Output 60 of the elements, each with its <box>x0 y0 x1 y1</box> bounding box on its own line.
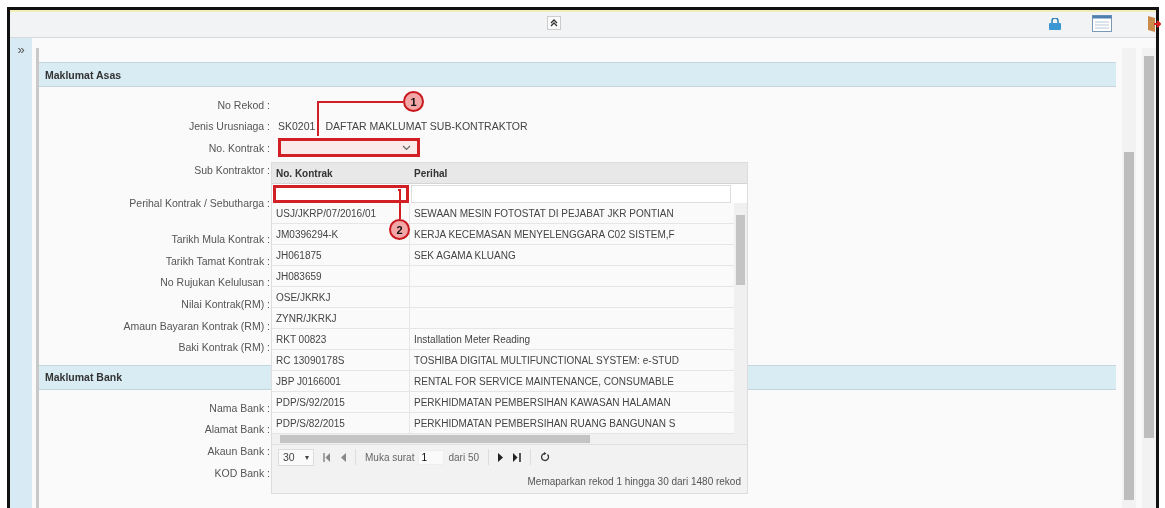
column-header[interactable]: No. Kontrak <box>272 167 410 179</box>
field-label: No Rujukan Kelulusan : <box>159 276 270 289</box>
field-label: Tarikh Mula Kontrak : <box>170 233 270 246</box>
field-label: Jenis Urusniaga : <box>187 120 270 133</box>
table-cell[interactable]: TOSHIBA DIGITAL MULTIFUNCTIONAL SYSTEM: e-STUD <box>410 350 732 370</box>
window-list-icon[interactable] <box>1092 15 1112 32</box>
scrollbar[interactable] <box>1122 48 1136 508</box>
collapse-icon[interactable] <box>547 16 561 30</box>
next-page-icon[interactable] <box>498 452 505 462</box>
page-count: dari 50 <box>448 451 480 463</box>
expand-icon[interactable]: » <box>17 42 25 58</box>
field-label: Akaun Bank : <box>206 444 270 457</box>
table-cell[interactable]: PERKHIDMATAN PEMBERSIHAN KAWASAN HALAMAN <box>410 392 732 412</box>
page-scrollbar[interactable] <box>1142 48 1156 508</box>
dropdown-field[interactable] <box>278 138 420 158</box>
previous-page-icon[interactable] <box>340 452 346 462</box>
field-label: Nilai Kontrak(RM) : <box>180 297 270 310</box>
field-label: Alamat Bank : <box>203 423 270 436</box>
field-label: No. Kontrak : <box>207 142 270 154</box>
table-cell[interactable]: PERKHIDMATAN PEMBERSIHAN RUANG BANGUNAN S <box>410 413 732 433</box>
field-value: DAFTAR MAKLUMAT SUB-KONTRAKTOR <box>325 120 528 133</box>
first-page-icon[interactable] <box>323 452 331 462</box>
table-cell[interactable]: RKT 00823 <box>272 329 410 349</box>
field-value: SK0201 <box>278 120 316 133</box>
field-label: Tarikh Tamat Kontrak : <box>164 254 270 267</box>
table-cell[interactable]: PDP/S/92/2015 <box>272 392 410 412</box>
refresh-icon[interactable] <box>540 452 551 462</box>
section-title: Maklumat Asas <box>45 68 122 81</box>
column-header[interactable]: Perihal <box>410 167 732 179</box>
table-cell[interactable]: Installation Meter Reading <box>410 329 732 349</box>
table-cell[interactable]: OSE/JKRKJ <box>272 287 410 307</box>
table-cell[interactable]: RC 13090178S <box>272 350 410 370</box>
leader-line <box>397 189 401 220</box>
last-page-icon[interactable] <box>513 452 522 462</box>
table-cell[interactable]: PDP/S/82/2015 <box>272 413 410 433</box>
table-cell[interactable]: JH083659 <box>272 266 410 286</box>
exit-door-icon[interactable] <box>1147 15 1161 33</box>
field-label: Nama Bank : <box>208 401 270 414</box>
page-number-input[interactable]: 1 <box>418 449 445 465</box>
field-label: Baki Kontrak (RM) : <box>177 341 270 354</box>
table-cell[interactable]: KERJA KECEMASAN MENYELENGGARA C02 SISTEM,F <box>410 224 732 244</box>
table-cell[interactable]: JH061875 <box>272 245 410 265</box>
field-label: Sub Kontraktor : <box>193 163 270 176</box>
record-count: Memaparkan rekod 1 hingga 30 dari 1480 rekod <box>527 475 741 487</box>
field-label: Perihal Kontrak / Sebutharga : <box>128 197 270 210</box>
table-cell[interactable]: JBP J0166001 <box>272 371 410 391</box>
table-cell[interactable]: RENTAL FOR SERVICE MAINTENANCE, CONSUMABLE <box>410 371 732 391</box>
scrollbar[interactable] <box>734 203 747 434</box>
table-cell[interactable]: SEWAAN MESIN FOTOSTAT DI PEJABAT JKR PONTIAN <box>410 203 732 223</box>
table-cell[interactable]: ZYNR/JKRKJ <box>272 308 410 328</box>
field-label: KOD Bank : <box>213 466 270 479</box>
chevron-down-icon <box>402 145 411 151</box>
section-title: Maklumat Bank <box>45 371 123 384</box>
field-label: Amaun Bayaran Kontrak (RM) : <box>122 319 270 332</box>
filter-input[interactable] <box>273 184 409 203</box>
field-label: No Rekod : <box>216 98 270 111</box>
table-cell[interactable]: SEK AGAMA KLUANG <box>410 245 732 265</box>
page-size-select[interactable]: 30 ▾ <box>278 448 314 466</box>
page-label: Muka surat <box>365 451 415 463</box>
lock-icon[interactable] <box>1048 18 1062 30</box>
